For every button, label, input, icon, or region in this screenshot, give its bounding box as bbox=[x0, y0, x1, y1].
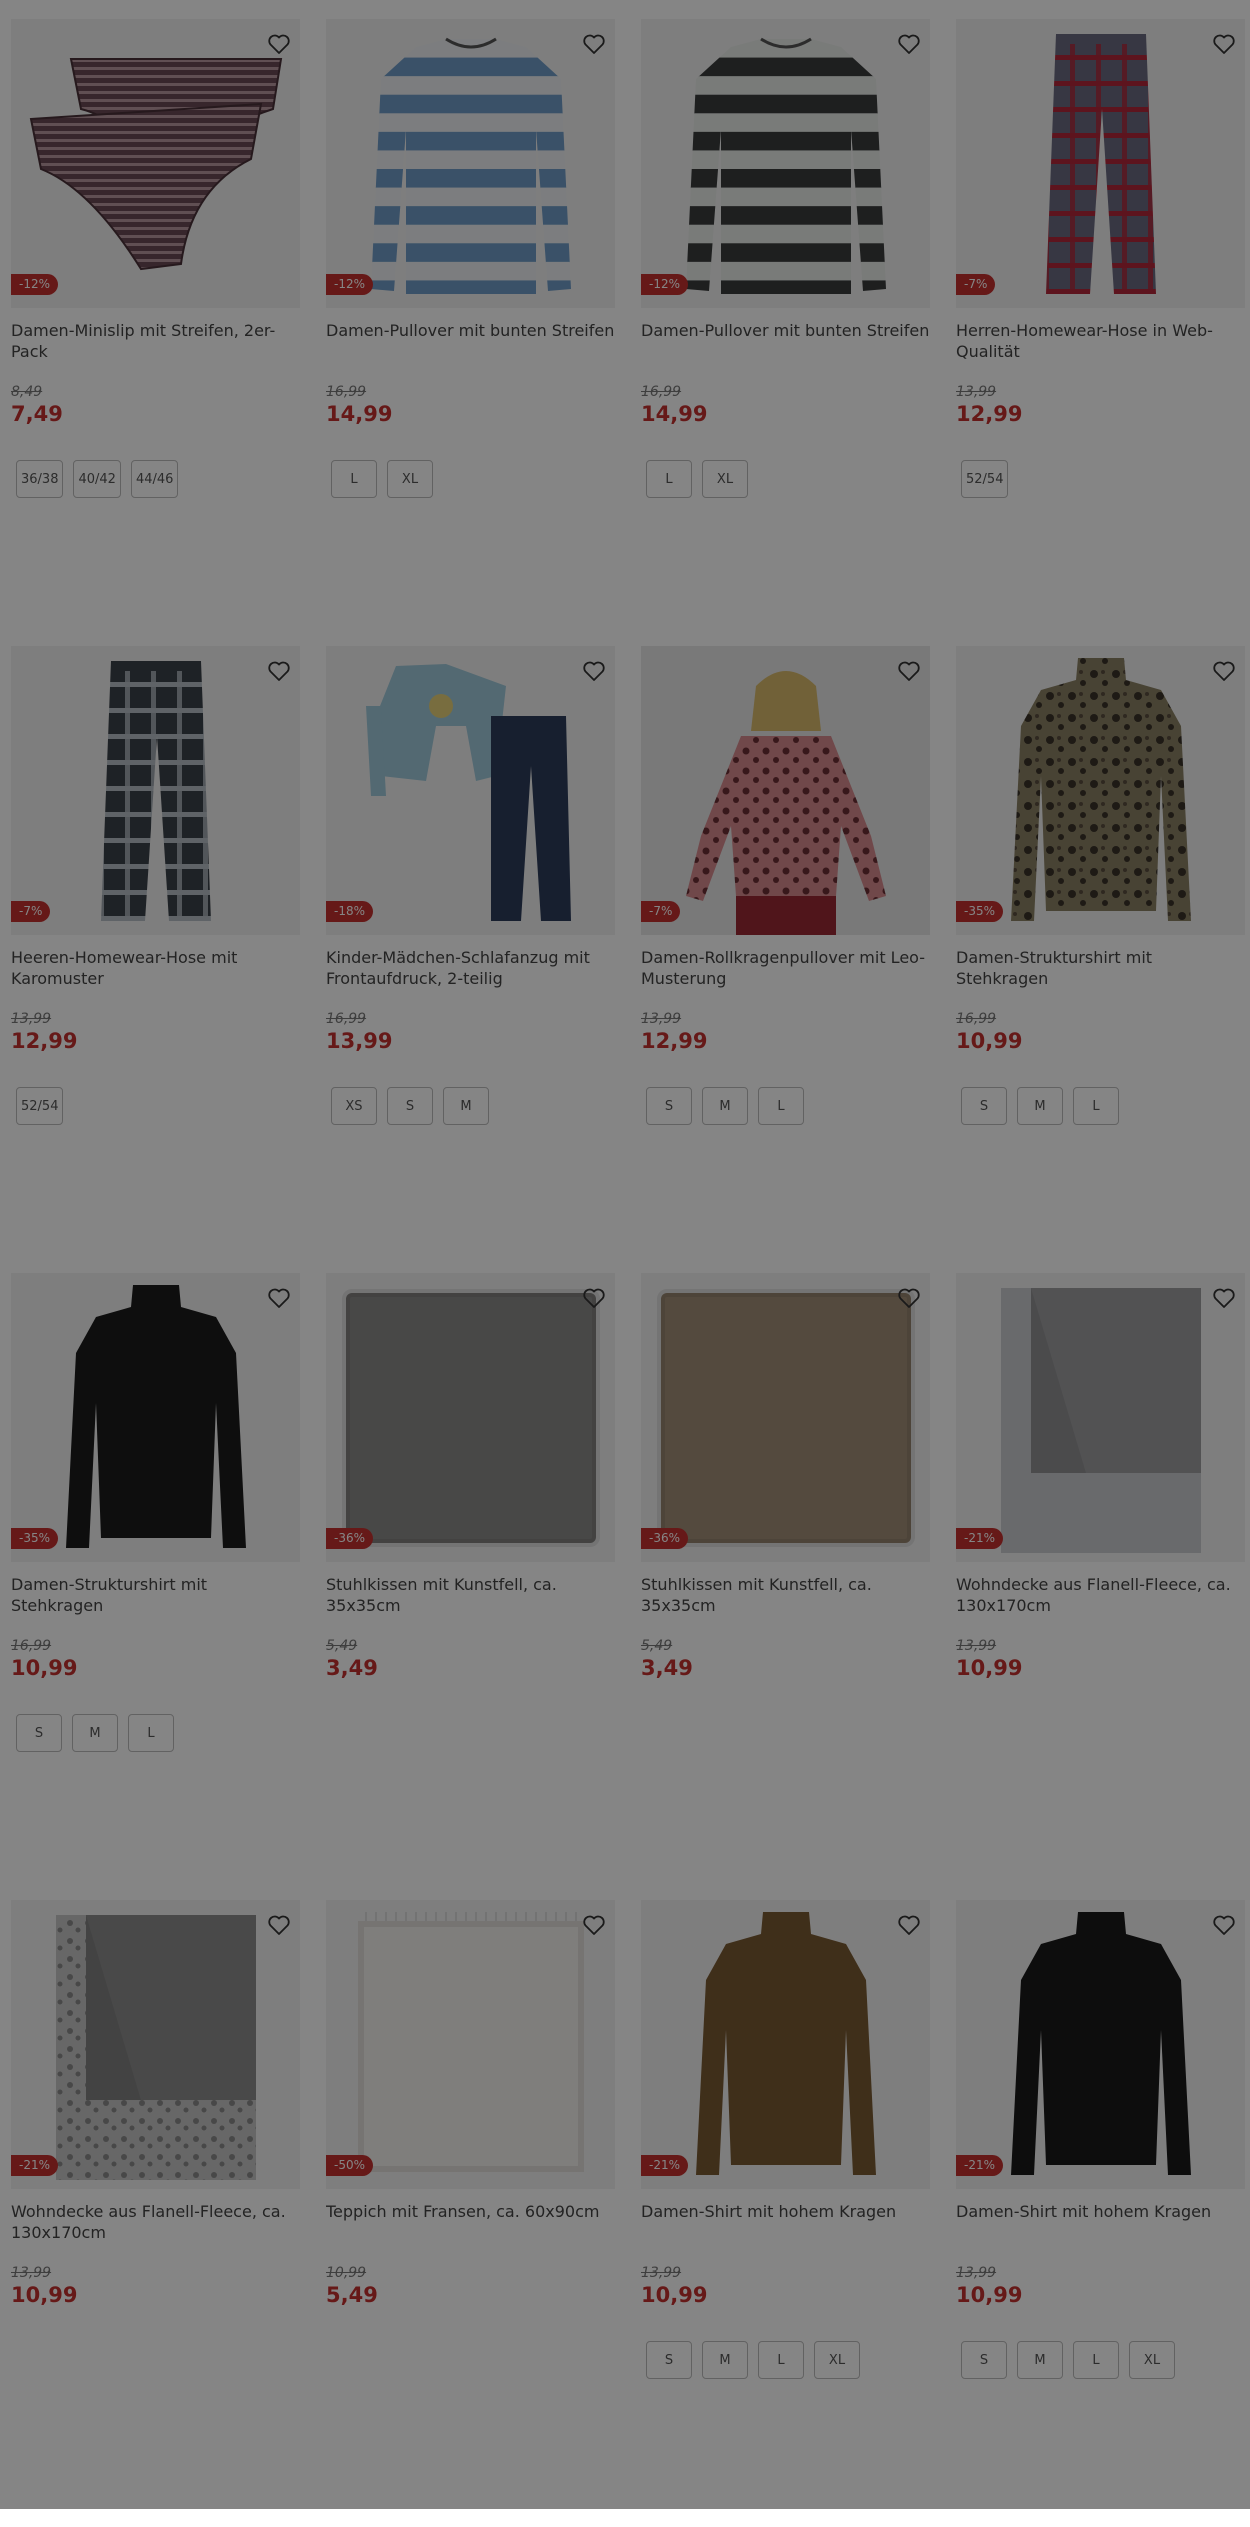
modal-backdrop-overlay[interactable] bbox=[0, 0, 1250, 2509]
